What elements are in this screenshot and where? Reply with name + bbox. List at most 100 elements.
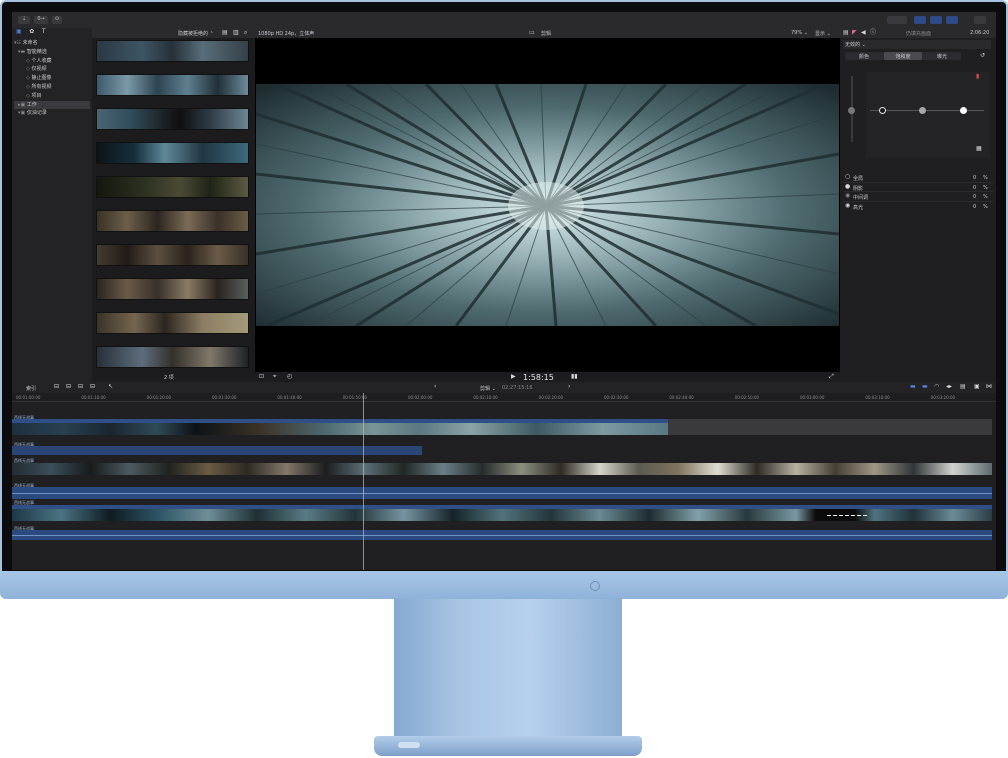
clip-thumbnail[interactable]: [96, 176, 249, 198]
rgb-icon: ▮: [976, 73, 980, 80]
overwrite-clip-icon[interactable]: ⊟: [90, 384, 95, 390]
transitions-icon[interactable]: ⋈: [986, 384, 992, 390]
search-icon[interactable]: ⌕: [244, 30, 247, 36]
keyword-button[interactable]: 0→: [34, 16, 48, 24]
highlights-puck[interactable]: [960, 107, 967, 114]
color-inspector-icon[interactable]: ◤: [852, 30, 857, 36]
clip-thumbnail[interactable]: [96, 74, 249, 96]
sidebar-item-work[interactable]: ▸▣ 工作: [14, 100, 90, 110]
speed-icon[interactable]: ◴: [287, 374, 292, 380]
library-icon[interactable]: ▣: [16, 29, 22, 35]
info-icon[interactable]: ⓘ: [870, 30, 876, 36]
video-inspector-icon[interactable]: ▤: [843, 30, 849, 36]
audio-skimming-icon[interactable]: ▬: [922, 384, 928, 390]
sidebar-item-stills[interactable]: ◇ 静止图像: [14, 74, 90, 83]
ruler-tick-label: 00:02:00:00: [408, 395, 433, 400]
append-clip-icon[interactable]: ⊟: [54, 384, 59, 390]
clip-thumbnail[interactable]: [96, 142, 249, 164]
crop-icon[interactable]: ⌖: [273, 374, 276, 380]
connect-clip-icon[interactable]: ⊟: [78, 384, 83, 390]
fullscreen-icon[interactable]: ⤢: [829, 374, 834, 380]
zoom-dropdown[interactable]: 79% ⌄: [791, 30, 808, 36]
sidebar-item-projects[interactable]: ◇ 项目: [14, 92, 90, 101]
sidebar-item-log[interactable]: ▾▣ 仅油记录: [14, 109, 90, 118]
back-arrow-icon[interactable]: ‹: [434, 384, 436, 390]
timeline-title[interactable]: 剪辑 ⌄: [480, 385, 496, 392]
tab-saturation[interactable]: 饱和度: [884, 52, 922, 60]
top-toolbar: ⇣ 0→ ⊙: [12, 12, 996, 28]
board-selector[interactable]: 无效的 ⌄: [843, 40, 991, 49]
headphones-icon[interactable]: ◠: [934, 384, 939, 390]
audio-clip[interactable]: [12, 446, 422, 455]
master-puck[interactable]: [848, 107, 855, 114]
midtones-puck[interactable]: [919, 107, 926, 114]
row-global[interactable]: ○ 全局 0 %: [843, 173, 993, 183]
index-button[interactable]: 索引: [26, 385, 36, 392]
inspector-toolbar: ▤ ◤ ◀ ⓘ 仍填充画面 2:06:20: [840, 28, 996, 38]
clip-appearance-icon[interactable]: ▤: [960, 384, 966, 390]
clip-thumbnail[interactable]: [96, 346, 249, 368]
forward-arrow-icon[interactable]: ›: [568, 384, 570, 390]
share-button[interactable]: [974, 16, 986, 24]
play-icon[interactable]: ▶: [511, 374, 516, 380]
folder-icon: ▾▬: [18, 48, 27, 55]
color-board[interactable]: ▮ ▦: [846, 66, 990, 158]
timeline-tracks: 西线无战事 西线无战事 西线无战事 西线无战事 西线无战事 西线无战事: [12, 402, 996, 570]
final-cut-window: ⇣ 0→ ⊙ ▣ ✿ T ▾☷ 未命名 ▾▬ 智能精选 ◇ 个人收藏 ◇ 仅视频…: [12, 12, 996, 570]
video-clip[interactable]: [12, 463, 992, 475]
row-midtones[interactable]: ◉ 中间调 0 %: [843, 192, 993, 203]
timeline-ruler[interactable]: 00:01:00:00 00:01:10:00 00:01:20:00 00:01:3…: [12, 393, 996, 402]
clip-appearance-icon[interactable]: ▥: [233, 30, 239, 36]
viewer-controls: ⊡ ⌖ ◴ ▶ 1:58:15 ▮▮ ⤢: [255, 372, 840, 382]
row-highlights[interactable]: ◉ 高光 0 %: [843, 202, 993, 212]
sidebar-header: ▣ ✿ T: [16, 29, 90, 38]
sidebar-item-all-video[interactable]: ◇ 所有视频: [14, 83, 90, 92]
show-inspector-button[interactable]: [946, 16, 958, 24]
workspace-toggle[interactable]: [887, 16, 907, 24]
tab-color[interactable]: 颜色: [845, 53, 883, 60]
midtones-swatch-icon: ◉: [845, 192, 851, 200]
filmstrip-icon[interactable]: ▤: [222, 30, 228, 36]
ruler-tick-label: 00:01:20:00: [146, 395, 172, 400]
sidebar-item-smart-collections[interactable]: ▾▬ 智能精选: [14, 48, 90, 57]
global-puck[interactable]: [879, 107, 886, 114]
snapping-icon[interactable]: ◂▸: [946, 384, 952, 390]
photos-icon[interactable]: ✿: [29, 29, 34, 35]
clip-thumbnail[interactable]: [96, 40, 249, 62]
video-clip[interactable]: [12, 423, 668, 435]
ruler-tick-label: 00:02:30:00: [604, 395, 629, 400]
reset-icon[interactable]: ↺: [980, 53, 985, 59]
clip-thumbnail[interactable]: [96, 278, 249, 300]
background-tasks-button[interactable]: ⊙: [52, 16, 62, 24]
library-sidebar: ▣ ✿ T ▾☷ 未命名 ▾▬ 智能精选 ◇ 个人收藏 ◇ 仅视频 ◇ 静止图像…: [12, 28, 92, 382]
disclosure-icon: ▾☷: [14, 40, 23, 46]
gap-clip[interactable]: [668, 419, 992, 435]
ruler-tick-label: 00:01:00:00: [16, 395, 41, 400]
filter-dropdown[interactable]: 隐藏被拒绝的 ⌃: [178, 30, 214, 37]
insert-clip-icon[interactable]: ⊟: [66, 384, 71, 390]
clip-thumbnail[interactable]: [96, 210, 249, 232]
select-tool-icon[interactable]: ↖: [108, 384, 113, 390]
skimming-icon[interactable]: ▬: [910, 384, 916, 390]
transform-icon[interactable]: ⊡: [259, 374, 264, 380]
sidebar-item-favorites[interactable]: ◇ 个人收藏: [14, 57, 90, 66]
tab-exposure[interactable]: 曝光: [923, 53, 961, 60]
audio-inspector-icon[interactable]: ◀: [861, 30, 866, 36]
display-dropdown[interactable]: 显示 ⌄: [815, 30, 831, 37]
playhead[interactable]: [363, 393, 364, 570]
show-timeline-button[interactable]: [930, 16, 942, 24]
effects-browser-icon[interactable]: ▣: [974, 384, 980, 390]
shadows-swatch-icon: ●: [845, 182, 851, 190]
titles-icon[interactable]: T: [42, 29, 46, 35]
show-browser-button[interactable]: [914, 16, 926, 24]
import-button[interactable]: ⇣: [18, 16, 30, 24]
clip-thumbnail[interactable]: [96, 244, 249, 266]
row-shadows[interactable]: ● 阴影 0 %: [843, 183, 993, 193]
ruler-tick-label: 00:01:30:00: [212, 395, 237, 400]
clock-icon: ⊙: [54, 16, 60, 22]
sidebar-item-video-only[interactable]: ◇ 仅视频: [14, 65, 90, 74]
value-rows: ○ 全局 0 % ● 阴影 0 % ◉ 中间调 0 % ◉ 高光 0 %: [843, 173, 993, 212]
clip-thumbnail[interactable]: [96, 108, 249, 130]
clip-thumbnail[interactable]: [96, 312, 249, 334]
sidebar-item-library[interactable]: ▾☷ 未命名: [14, 39, 90, 48]
